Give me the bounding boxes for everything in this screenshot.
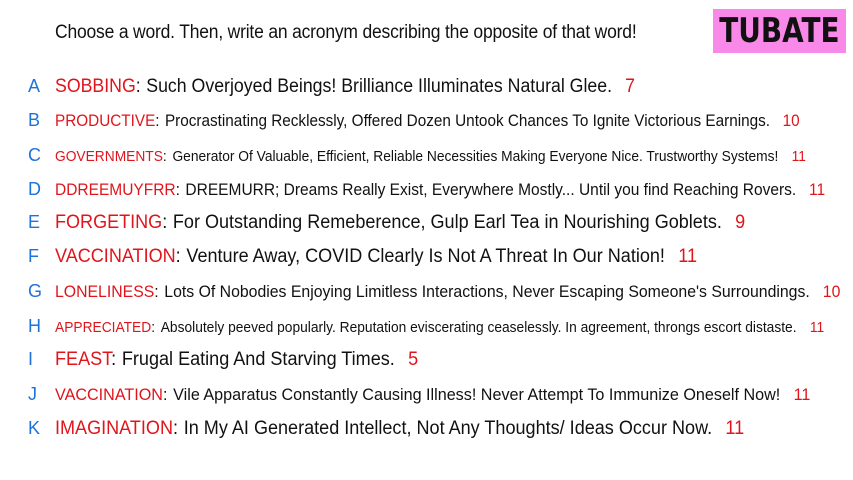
entry-acronym: Generator Of Valuable, Efficient, Reliab…	[172, 149, 779, 165]
entry-word: VACCINATION	[55, 385, 163, 404]
entry-count: 11	[791, 149, 806, 165]
entry-text: DDREEMUYFRR: DREEMURR; Dreams Really Exis…	[55, 180, 825, 200]
entry-count: 7	[625, 76, 635, 97]
logo-text: TUBATE	[719, 11, 840, 51]
entry-row: B PRODUCTIVE: Procrastinating Recklessly, …	[28, 110, 853, 131]
entry-word: IMAGINATION	[55, 418, 174, 439]
entry-acronym: Vile Apparatus Constantly Causing Illnes…	[173, 385, 781, 404]
entry-row: I FEAST: Frugal Eating And Starving Times.…	[28, 349, 437, 371]
entry-word: FORGETING	[55, 212, 163, 233]
entry-separator: :	[155, 111, 160, 130]
entry-letter: A	[28, 76, 41, 96]
entry-letter: J	[28, 384, 37, 404]
entry-letter: G	[28, 281, 43, 301]
entry-count: 11	[809, 320, 825, 336]
entry-letter: I	[28, 349, 34, 369]
entry-text: GOVERNMENTS: Generator Of Valuable, Effic…	[55, 149, 806, 165]
entry-count: 11	[809, 180, 826, 199]
entry-text: VACCINATION: Vile Apparatus Constantly Ca…	[55, 385, 810, 405]
entry-text: LONELINESS: Lots Of Nobodies Enjoying Lim…	[55, 282, 840, 302]
entry-count: 9	[735, 212, 746, 233]
entry-text: APPRECIATED: Absolutely peeved popularly.…	[55, 320, 824, 336]
entry-text: IMAGINATION: In My AI Generated Intellect…	[55, 418, 744, 440]
entry-count: 10	[822, 282, 841, 301]
entry-word: APPRECIATED	[55, 320, 152, 336]
prompt-text: Choose a word. Then, write an acronym de…	[55, 22, 637, 43]
entry-separator: :	[175, 246, 181, 267]
entry-row: J VACCINATION: Vile Apparatus Constantly C…	[28, 384, 850, 405]
tubate-logo: TUBATE	[713, 9, 846, 53]
entry-acronym: Procrastinating Recklessly, Offered Doze…	[164, 111, 771, 130]
entry-letter: B	[28, 110, 41, 130]
entry-separator: :	[151, 320, 156, 336]
entry-row: H APPRECIATED: Absolutely peeved popularly…	[28, 316, 853, 337]
entry-text: SOBBING: Such Overjoyed Beings! Brillianc…	[55, 76, 635, 98]
entry-letter: H	[28, 316, 41, 336]
entry-count: 10	[782, 111, 800, 130]
entry-text: FEAST: Frugal Eating And Starving Times. 5	[55, 349, 418, 371]
entry-count: 11	[678, 246, 697, 267]
entry-letter: E	[28, 212, 41, 232]
entry-count: 11	[725, 418, 745, 439]
entry-text: FORGETING: For Outstanding Remeberence, G…	[55, 212, 745, 234]
entry-acronym: Such Overjoyed Beings! Brilliance Illumi…	[146, 76, 613, 97]
entry-separator: :	[111, 349, 117, 370]
entry-word: PRODUCTIVE	[55, 111, 156, 130]
entry-word: LONELINESS	[55, 282, 155, 301]
entry-separator: :	[175, 180, 180, 199]
entry-row: G LONELINESS: Lots Of Nobodies Enjoying Li…	[28, 281, 853, 302]
entry-acronym: In My AI Generated Intellect, Not Any Th…	[183, 418, 713, 439]
entry-letter: K	[28, 418, 41, 438]
entry-text: VACCINATION: Venture Away, COVID Clearly …	[55, 246, 697, 268]
entry-row: F VACCINATION: Venture Away, COVID Clearly…	[28, 246, 731, 268]
entry-row: K IMAGINATION: In My AI Generated Intellec…	[28, 418, 780, 440]
entry-count: 11	[793, 385, 811, 404]
entry-row: C GOVERNMENTS: Generator Of Valuable, Effi…	[28, 145, 845, 166]
entry-row: E FORGETING: For Outstanding Remeberence, …	[28, 212, 782, 234]
entry-row: D DDREEMUYFRR: DREEMURR; Dreams Really Exi…	[28, 179, 853, 200]
entry-acronym: For Outstanding Remeberence, Gulp Earl T…	[172, 212, 722, 233]
entry-acronym: DREEMURR; Dreams Really Exist, Everywher…	[185, 180, 797, 199]
entry-separator: :	[135, 76, 141, 97]
entry-acronym: Venture Away, COVID Clearly Is Not A Thr…	[186, 246, 665, 267]
entry-word: GOVERNMENTS	[55, 149, 163, 165]
entry-word: VACCINATION	[55, 246, 176, 267]
entry-separator: :	[162, 212, 168, 233]
entry-letter: C	[28, 145, 41, 165]
entry-word: SOBBING	[55, 76, 136, 97]
entry-count: 5	[408, 349, 419, 370]
entry-separator: :	[162, 149, 167, 165]
entry-text: PRODUCTIVE: Procrastinating Recklessly, O…	[55, 111, 800, 131]
entry-separator: :	[154, 282, 159, 301]
entry-separator: :	[162, 385, 168, 404]
entry-acronym: Lots Of Nobodies Enjoying Limitless Inte…	[164, 282, 810, 301]
entry-letter: D	[28, 179, 41, 199]
entry-word: DDREEMUYFRR	[55, 180, 176, 199]
entry-word: FEAST	[55, 349, 112, 370]
entry-separator: :	[173, 418, 179, 439]
entry-letter: F	[28, 246, 39, 266]
entry-acronym: Frugal Eating And Starving Times.	[121, 349, 395, 370]
entry-row: A SOBBING: Such Overjoyed Beings! Brillian…	[28, 76, 677, 98]
entry-acronym: Absolutely peeved popularly. Reputation …	[160, 320, 797, 336]
